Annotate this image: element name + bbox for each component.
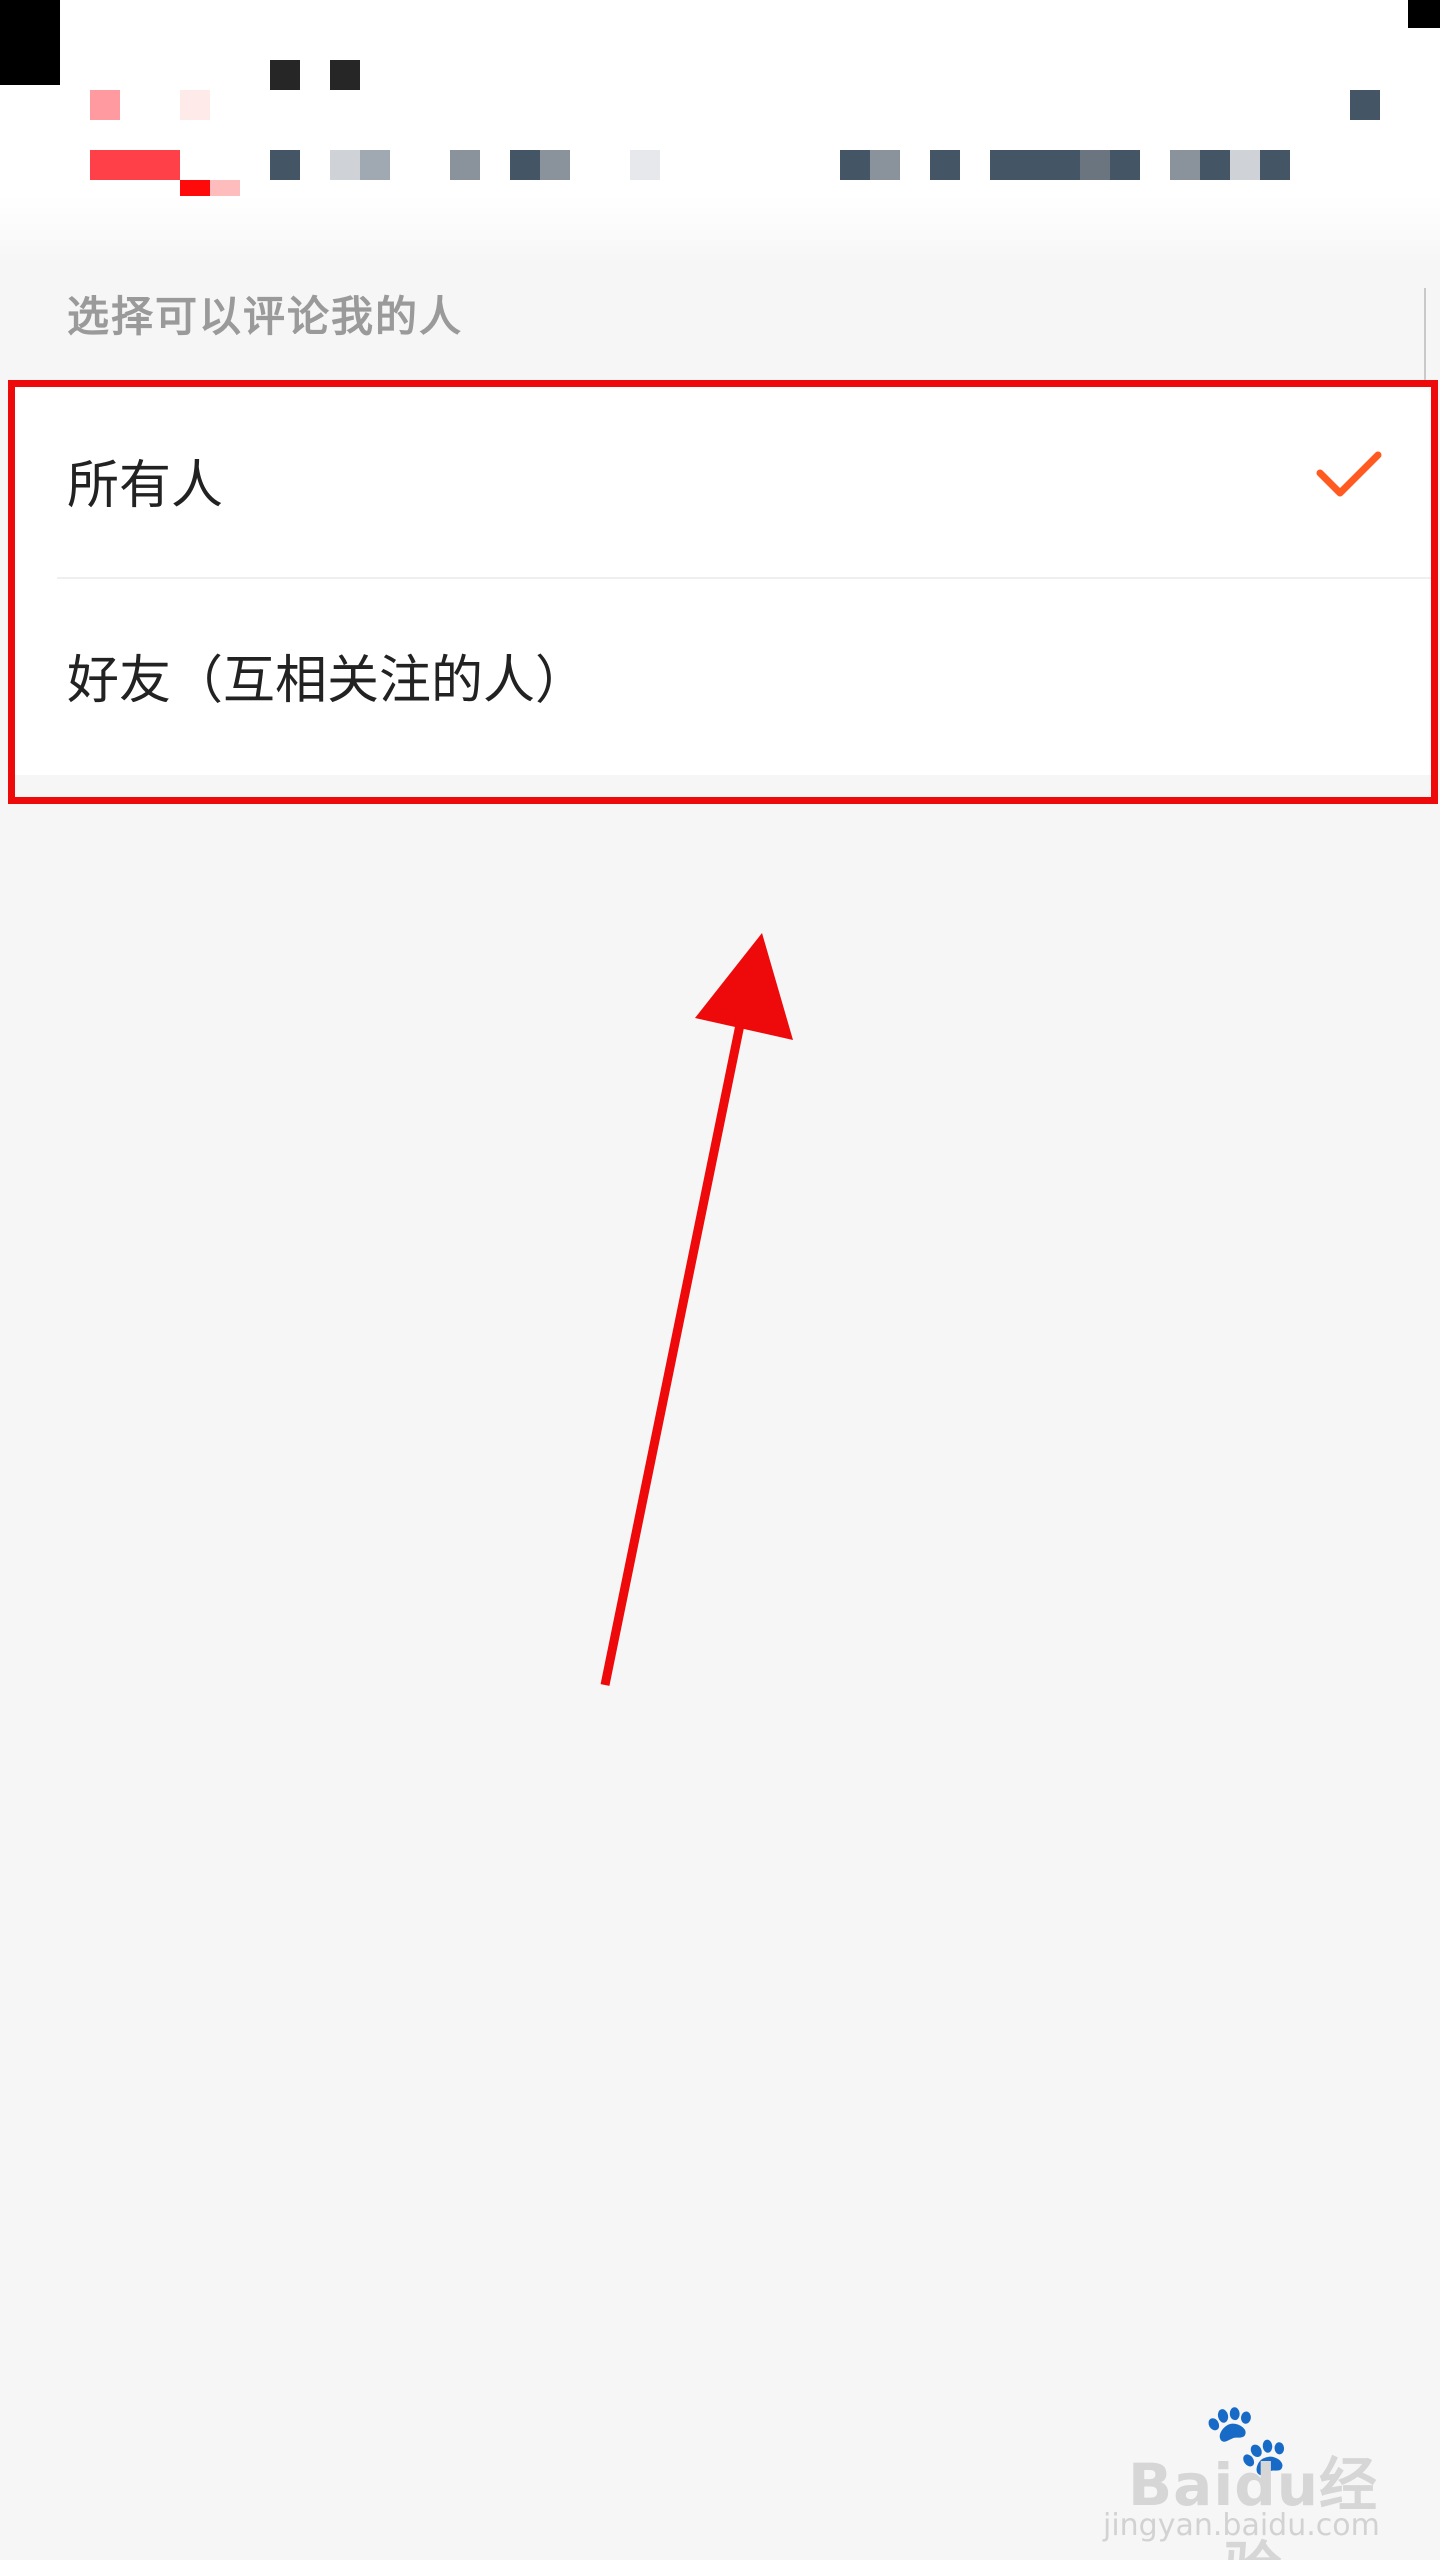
check-icon	[1316, 451, 1382, 497]
page: 选择可以评论我的人 所有人 好友（互相关注的人） 🐾 Baidu经验 jingy…	[0, 0, 1440, 2560]
option-label: 好友（互相关注的人）	[67, 650, 588, 711]
header-fade	[0, 196, 1440, 266]
censored-header	[0, 0, 1440, 266]
comment-permission-list: 所有人 好友（互相关注的人）	[12, 385, 1436, 775]
divider	[57, 577, 1436, 579]
corner-mask-right	[1408, 0, 1440, 28]
option-everyone[interactable]: 所有人	[12, 385, 1436, 575]
option-label: 所有人	[67, 455, 224, 516]
watermark: 🐾 Baidu经验 jingyan.baidu.com	[1103, 2398, 1403, 2560]
annotation-arrow	[600, 933, 793, 1686]
option-friends[interactable]: 好友（互相关注的人）	[12, 580, 1436, 770]
corner-mask	[0, 0, 60, 85]
watermark-url: jingyan.baidu.com	[1103, 2508, 1380, 2543]
section-label: 选择可以评论我的人	[67, 292, 464, 341]
